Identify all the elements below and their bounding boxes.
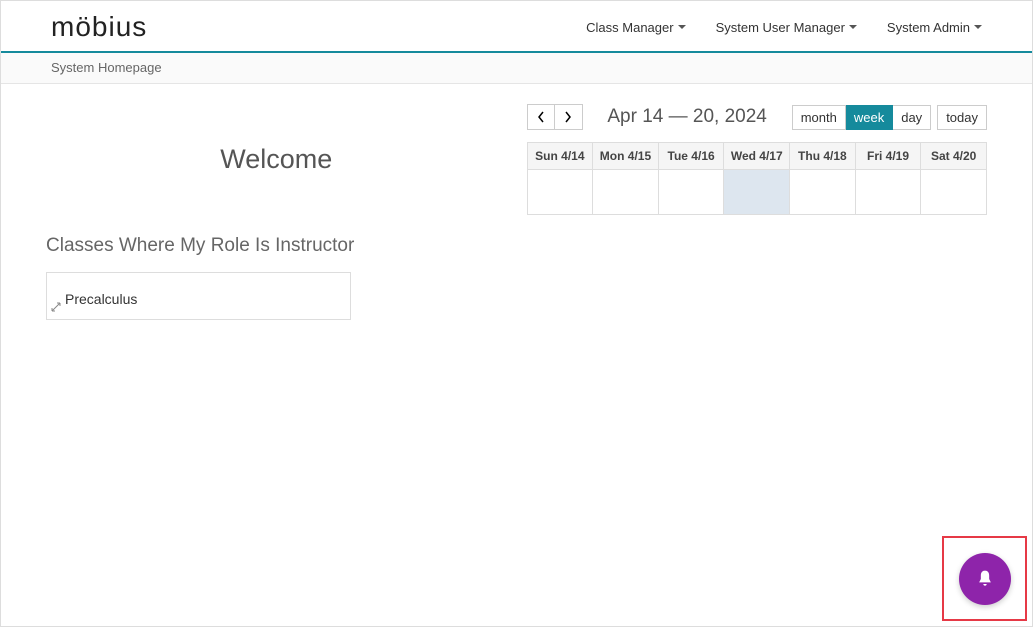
nav-system-admin[interactable]: System Admin — [887, 20, 982, 35]
calendar-prev-button[interactable] — [527, 104, 555, 130]
calendar-day-header: Thu 4/18 — [790, 143, 856, 170]
nav-label: System Admin — [887, 20, 970, 35]
calendar-cell[interactable] — [855, 170, 921, 215]
calendar-table: Sun 4/14 Mon 4/15 Tue 4/16 Wed 4/17 Thu … — [527, 142, 988, 215]
calendar-day-header: Mon 4/15 — [593, 143, 659, 170]
notification-button[interactable] — [959, 553, 1011, 605]
class-card[interactable]: Precalculus — [46, 272, 351, 320]
calendar-day-header: Wed 4/17 — [724, 143, 790, 170]
header: möbius Class Manager System User Manager… — [1, 1, 1032, 53]
notification-highlight — [942, 536, 1027, 621]
view-week-button[interactable]: week — [846, 105, 893, 130]
logo: möbius — [51, 11, 147, 43]
caret-down-icon — [974, 25, 982, 29]
caret-down-icon — [678, 25, 686, 29]
breadcrumb[interactable]: System Homepage — [51, 60, 162, 75]
page-title: Welcome — [46, 144, 507, 175]
caret-down-icon — [849, 25, 857, 29]
expand-icon[interactable] — [51, 302, 61, 315]
calendar-cell[interactable] — [593, 170, 659, 215]
calendar-cell[interactable] — [790, 170, 856, 215]
view-day-button[interactable]: day — [893, 105, 931, 130]
breadcrumb-bar: System Homepage — [1, 53, 1032, 84]
calendar-cell[interactable] — [921, 170, 987, 215]
instructor-section-title: Classes Where My Role Is Instructor — [46, 235, 507, 257]
bell-icon — [975, 569, 995, 589]
calendar-day-header: Fri 4/19 — [855, 143, 921, 170]
calendar-controls: Apr 14 — 20, 2024 month week day today — [527, 104, 988, 130]
calendar-date-range: Apr 14 — 20, 2024 — [583, 106, 792, 128]
class-name: Precalculus — [65, 291, 137, 307]
chevron-left-icon — [537, 111, 545, 123]
chevron-right-icon — [564, 111, 572, 123]
calendar-day-header: Sat 4/20 — [921, 143, 987, 170]
calendar-cell-today[interactable] — [724, 170, 790, 215]
calendar-day-header: Tue 4/16 — [658, 143, 724, 170]
calendar-cell[interactable] — [658, 170, 724, 215]
nav-system-user-manager[interactable]: System User Manager — [716, 20, 857, 35]
calendar-cell[interactable] — [527, 170, 593, 215]
calendar-day-header: Sun 4/14 — [527, 143, 593, 170]
top-nav: Class Manager System User Manager System… — [586, 20, 982, 35]
nav-label: System User Manager — [716, 20, 845, 35]
view-month-button[interactable]: month — [792, 105, 846, 130]
nav-label: Class Manager — [586, 20, 673, 35]
view-today-button[interactable]: today — [937, 105, 987, 130]
calendar-next-button[interactable] — [555, 104, 583, 130]
nav-class-manager[interactable]: Class Manager — [586, 20, 685, 35]
